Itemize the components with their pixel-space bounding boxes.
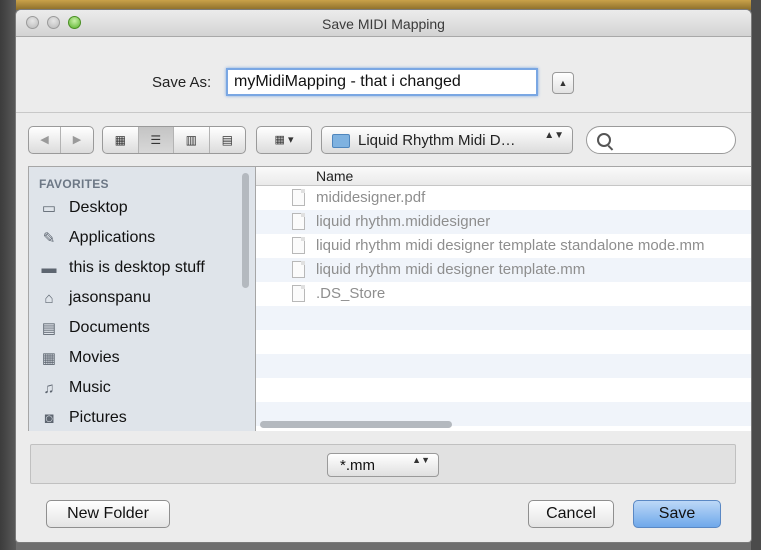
file-list: Name mididesigner.pdf liquid rhythm.midi… — [256, 167, 751, 431]
applications-icon: ✎ — [42, 230, 56, 247]
pictures-icon: ◙ — [44, 410, 54, 427]
file-icon — [292, 237, 305, 254]
coverflow-view-icon: ▤ — [221, 133, 233, 147]
horizontal-scrollbar[interactable] — [260, 421, 452, 428]
icon-view-icon: ▦ — [114, 133, 126, 147]
sidebar-item-applications[interactable]: ✎ Applications — [39, 224, 239, 254]
documents-icon: ▤ — [41, 320, 57, 337]
new-folder-button[interactable]: New Folder — [46, 500, 170, 528]
cancel-button[interactable]: Cancel — [528, 500, 614, 528]
sidebar-item-desktop-stuff[interactable]: ▬ this is desktop stuff — [39, 254, 239, 284]
chevron-up-icon: ▲ — [558, 78, 568, 88]
sidebar-item-pictures[interactable]: ◙ Pictures — [39, 404, 239, 431]
search-icon — [597, 133, 611, 147]
arrange-menu-button[interactable]: ▦ ▾ — [256, 126, 312, 154]
sidebar-item-label: Desktop — [69, 199, 128, 216]
window-title: Save MIDI Mapping — [322, 16, 445, 32]
list-view-button[interactable]: ☰ — [138, 127, 174, 153]
back-button[interactable]: ◀ — [29, 127, 62, 153]
sidebar-item-desktop[interactable]: ▭ Desktop — [39, 194, 239, 224]
sidebar-item-label: Applications — [69, 229, 156, 246]
sidebar-item-documents[interactable]: ▤ Documents — [39, 314, 239, 344]
file-row: liquid rhythm.mididesigner — [256, 210, 751, 234]
background-strip-left — [0, 0, 16, 550]
sidebar-item-home[interactable]: ⌂ jasonspanu — [39, 284, 239, 314]
title-bar: Save MIDI Mapping — [16, 10, 751, 37]
updown-arrows-icon: ▲▼ — [544, 130, 564, 141]
column-view-icon: ▥ — [185, 133, 197, 147]
sidebar-item-label: jasonspanu — [69, 289, 151, 306]
sidebar-item-label: this is desktop stuff — [69, 259, 205, 276]
file-row: .DS_Store — [256, 282, 751, 306]
sidebar-item-label: Movies — [69, 349, 120, 366]
sidebar-scrollbar[interactable] — [242, 173, 249, 288]
coverflow-view-button[interactable]: ▤ — [210, 127, 245, 153]
search-box — [586, 126, 736, 154]
forward-button[interactable]: ▶ — [61, 127, 93, 153]
file-icon — [292, 285, 305, 302]
file-format-popup[interactable]: *.mm ▲▼ — [327, 453, 439, 477]
row-stripe — [256, 306, 751, 330]
sidebar: FAVORITES ▭ Desktop ✎ Applications ▬ thi… — [29, 167, 256, 431]
search-input[interactable] — [617, 130, 731, 152]
divider — [16, 112, 751, 113]
name-column-header[interactable]: Name — [256, 167, 751, 186]
pdf-file-icon — [292, 189, 305, 206]
file-name: liquid rhythm midi designer template.mm — [316, 261, 586, 278]
sidebar-item-label: Documents — [69, 319, 150, 336]
updown-arrows-icon: ▲▼ — [412, 455, 430, 465]
location-popup[interactable]: Liquid Rhythm Midi D… ▲▼ — [321, 126, 573, 154]
file-name: liquid rhythm.mididesigner — [316, 213, 491, 230]
list-view-icon: ☰ — [150, 133, 162, 147]
sidebar-item-music[interactable]: ♫ Music — [39, 374, 239, 404]
column-view-button[interactable]: ▥ — [174, 127, 210, 153]
back-arrow-icon: ◀ — [40, 134, 49, 146]
file-icon — [292, 261, 305, 278]
folder-icon: ▬ — [41, 260, 57, 277]
arrange-icon: ▦ ▾ — [274, 134, 294, 146]
back-forward-control: ◀ ▶ — [28, 126, 94, 154]
file-name-input[interactable] — [226, 68, 538, 96]
background-strip-top — [0, 0, 761, 10]
sidebar-heading: FAVORITES — [39, 177, 109, 191]
home-icon: ⌂ — [44, 290, 54, 307]
file-name: .DS_Store — [316, 285, 386, 302]
background-strip-right — [751, 0, 761, 550]
sidebar-item-label: Music — [69, 379, 111, 396]
music-icon: ♫ — [43, 380, 55, 397]
desktop-icon: ▭ — [41, 200, 57, 217]
save-dialog: Save MIDI Mapping Save As: ▲ ◀ ▶ ▦ ☰ ▥ ▤… — [16, 10, 751, 542]
icon-view-button[interactable]: ▦ — [103, 127, 139, 153]
file-icon — [292, 213, 305, 230]
column-header-label: Name — [316, 168, 354, 184]
file-row: mididesigner.pdf — [256, 186, 751, 210]
save-as-label: Save As: — [152, 74, 212, 91]
file-row: liquid rhythm midi designer template.mm — [256, 258, 751, 282]
sidebar-item-movies[interactable]: ▦ Movies — [39, 344, 239, 374]
forward-arrow-icon: ▶ — [72, 134, 82, 146]
format-bar: *.mm ▲▼ — [30, 444, 736, 484]
movies-icon: ▦ — [41, 350, 57, 367]
file-browser: FAVORITES ▭ Desktop ✎ Applications ▬ thi… — [28, 166, 751, 431]
folder-icon — [332, 134, 350, 148]
view-mode-control: ▦ ☰ ▥ ▤ — [102, 126, 246, 154]
file-format-value: *.mm — [340, 457, 375, 474]
sidebar-item-label: Pictures — [69, 409, 127, 426]
save-button[interactable]: Save — [633, 500, 721, 528]
file-name: liquid rhythm midi designer template sta… — [316, 237, 705, 254]
file-name: mididesigner.pdf — [316, 189, 426, 206]
row-stripe — [256, 354, 751, 378]
location-name: Liquid Rhythm Midi D… — [358, 132, 516, 149]
collapse-dialog-button[interactable]: ▲ — [552, 72, 574, 94]
file-row: liquid rhythm midi designer template sta… — [256, 234, 751, 258]
